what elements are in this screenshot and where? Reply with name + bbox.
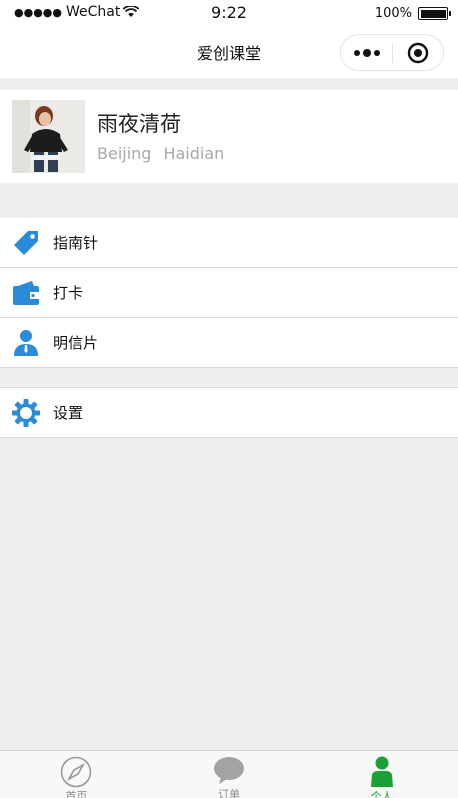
tab-label: 订单 bbox=[218, 788, 240, 798]
menu-item-checkin[interactable]: 打卡 bbox=[0, 268, 458, 318]
menu-label: 明信片 bbox=[53, 334, 99, 352]
tab-home[interactable]: 首页 bbox=[0, 751, 153, 798]
menu-label: 指南针 bbox=[53, 234, 99, 252]
chat-bubble-icon bbox=[212, 756, 246, 786]
tab-label: 个人 bbox=[370, 790, 393, 798]
wallet-icon bbox=[11, 278, 41, 308]
person-icon bbox=[11, 328, 41, 358]
username: 雨夜清荷 bbox=[97, 112, 181, 136]
tab-orders[interactable]: 订单 bbox=[153, 751, 306, 798]
tab-label: 首页 bbox=[65, 790, 88, 798]
nav-bar: 爱创课堂 bbox=[0, 26, 458, 78]
compass-icon bbox=[59, 756, 93, 788]
tag-icon bbox=[11, 228, 41, 258]
menu-item-compass[interactable]: 指南针 bbox=[0, 218, 458, 268]
menu-group-main: 指南针 打卡 明信片 bbox=[0, 218, 458, 368]
menu-item-settings[interactable]: 设置 bbox=[0, 388, 458, 438]
district: Haidian bbox=[163, 144, 225, 163]
more-dots-icon bbox=[353, 48, 380, 57]
battery-percent: 100% bbox=[374, 6, 412, 21]
menu-item-postcard[interactable]: 明信片 bbox=[0, 318, 458, 368]
target-close-icon bbox=[407, 42, 429, 63]
status-bar: ●●●●● WeChat 9:22 100% bbox=[0, 0, 458, 26]
close-button[interactable] bbox=[393, 35, 443, 70]
mini-program-capsule bbox=[340, 34, 444, 71]
city: Beijing bbox=[97, 144, 152, 163]
tab-profile[interactable]: 个人 bbox=[305, 751, 458, 798]
gear-icon bbox=[11, 398, 41, 428]
menu-group-settings: 设置 bbox=[0, 387, 458, 438]
battery-icon bbox=[418, 7, 451, 20]
status-battery: 100% bbox=[374, 6, 451, 21]
more-button[interactable] bbox=[341, 35, 392, 70]
menu-label: 设置 bbox=[53, 404, 84, 422]
profile-card[interactable]: 雨夜清荷 Beijing Haidian bbox=[0, 90, 458, 183]
menu-label: 打卡 bbox=[53, 284, 84, 302]
avatar-photo bbox=[12, 100, 85, 173]
location: Beijing Haidian bbox=[97, 144, 224, 163]
person-icon bbox=[365, 756, 399, 788]
avatar[interactable] bbox=[12, 100, 85, 173]
tab-bar: 首页 订单 个人 bbox=[0, 750, 458, 798]
